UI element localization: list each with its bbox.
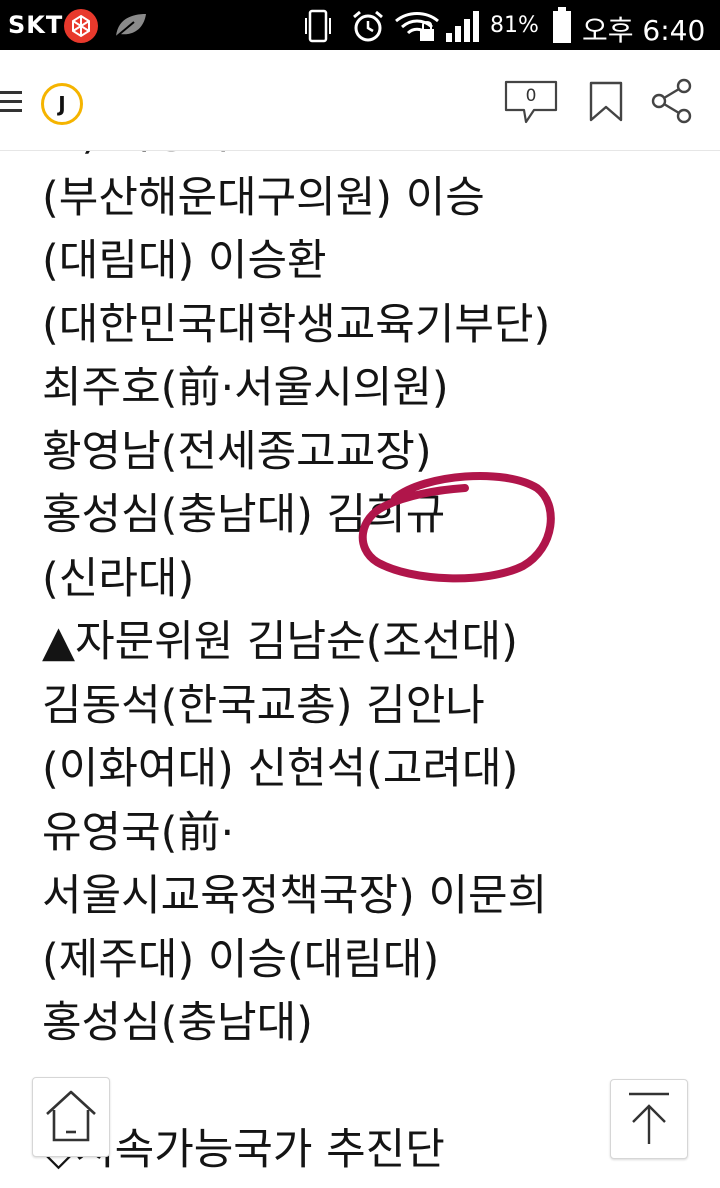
article-line: ▲자문위원 김남순(조선대): [42, 617, 518, 667]
article-line: (대림대) 이승환: [42, 236, 327, 286]
article-text: 교) 이승희 (부산해운대구의원) 이승 (대림대) 이승환 (대한민국대학생교…: [42, 151, 714, 1183]
battery-icon: [552, 7, 572, 44]
app-red-icon: [64, 9, 98, 43]
article-line: 김동석(한국교총) 김안나: [42, 680, 485, 731]
article-body: 교) 이승희 (부산해운대구의원) 이승 (대림대) 이승환 (대한민국대학생교…: [0, 151, 720, 1188]
home-button[interactable]: [32, 1077, 110, 1157]
leaf-icon: [112, 10, 148, 40]
signal-bars-icon: [444, 9, 484, 43]
battery-percent: 81%: [490, 13, 539, 38]
share-button[interactable]: [650, 78, 694, 124]
share-icon: [651, 78, 692, 124]
article-line: 교) 이승희: [42, 151, 714, 167]
logo[interactable]: J: [41, 83, 83, 125]
alarm-icon: [350, 8, 386, 44]
status-bar: SKT 81% 오후 6:40: [0, 0, 720, 50]
article-line: 황영남(전세종고교장): [42, 426, 432, 477]
article-line: 홍성심(충남대): [42, 998, 313, 1048]
article-line: (제주대) 이승(대림대): [42, 934, 440, 985]
article-line: 유영국(前·: [42, 807, 235, 858]
article-line: (대한민국대학생교육기부단): [42, 299, 551, 350]
bookmark-icon: [589, 81, 623, 122]
menu-icon[interactable]: [0, 87, 22, 117]
carrier-label: SKT: [8, 11, 64, 39]
wifi-lock-icon: [394, 9, 440, 43]
article-line: (신라대): [42, 553, 195, 604]
home-icon: [46, 1090, 96, 1142]
article-line: (부산해운대구의원) 이승: [42, 172, 485, 223]
comment-button[interactable]: 0: [504, 80, 558, 126]
scroll-top-icon: [629, 1092, 669, 1144]
bookmark-button[interactable]: [588, 80, 624, 124]
scroll-top-button[interactable]: [610, 1079, 688, 1159]
phone-vibrate-icon: [304, 8, 332, 44]
app-header: J 0: [0, 50, 720, 151]
comment-count: 0: [525, 86, 537, 106]
article-line: 서울시교육정책국장) 이문희: [42, 871, 548, 921]
article-line: 최주호(前·서울시의원): [42, 363, 449, 413]
clock: 오후 6:40: [582, 14, 706, 47]
article-line: (이화여대) 신현석(고려대): [42, 744, 519, 794]
article-line: 홍성심(충남대) 김희규: [42, 490, 446, 540]
screen: SKT 81% 오후 6:40 J 0 (부산해운대구의원) 이승 (대림대) …: [0, 0, 720, 1188]
